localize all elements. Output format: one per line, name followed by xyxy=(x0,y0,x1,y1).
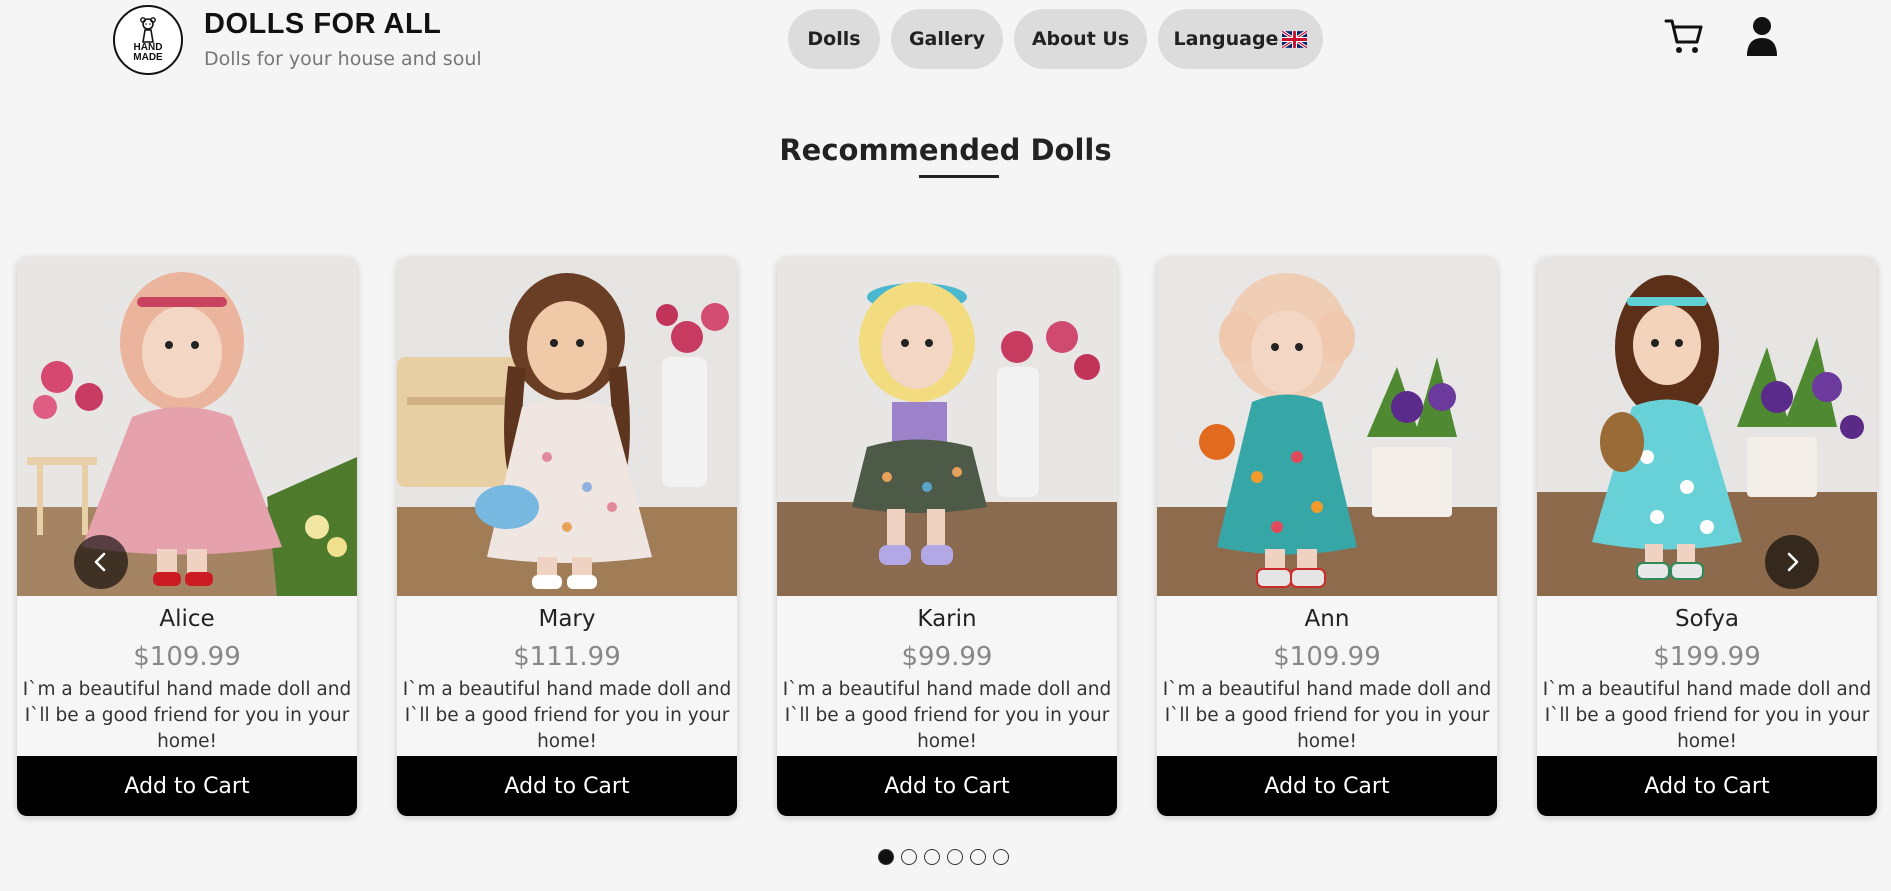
doll-description: I`m a beautiful hand made doll and I`ll … xyxy=(22,679,352,752)
carousel-dot-1[interactable] xyxy=(878,849,894,865)
doll-photo-alice[interactable] xyxy=(17,257,357,596)
doll-photo-mary[interactable] xyxy=(397,257,737,596)
add-to-cart-button[interactable]: Add to Cart xyxy=(1157,756,1497,816)
doll-photo-karin[interactable] xyxy=(777,257,1117,596)
site-header: HAND MADE DOLLS FOR ALL Dolls for your h… xyxy=(0,0,1891,80)
doll-card: Ann $109.99 I`m a beautiful hand made do… xyxy=(1157,257,1497,816)
language-label: Language xyxy=(1173,28,1279,50)
doll-price: $111.99 xyxy=(513,642,621,672)
doll-card: Sofya $199.99 I`m a beautiful hand made … xyxy=(1537,257,1877,816)
doll-name: Karin xyxy=(917,606,977,632)
chevron-right-icon xyxy=(1787,552,1799,572)
section-title: Recommended Dolls xyxy=(779,133,1112,167)
doll-name: Ann xyxy=(1304,606,1350,632)
carousel-dot-5[interactable] xyxy=(970,849,986,865)
add-to-cart-button[interactable]: Add to Cart xyxy=(1537,756,1877,816)
doll-description: I`m a beautiful hand made doll and I`ll … xyxy=(782,679,1112,752)
doll-price: $199.99 xyxy=(1653,642,1761,672)
doll-price: $99.99 xyxy=(901,642,993,672)
uk-flag-icon xyxy=(1282,30,1308,48)
nav-dolls-button[interactable]: Dolls xyxy=(788,9,880,69)
add-to-cart-button[interactable]: Add to Cart xyxy=(777,756,1117,816)
doll-card: Karin $99.99 I`m a beautiful hand made d… xyxy=(777,257,1117,816)
user-icon[interactable] xyxy=(1745,16,1779,56)
doll-price: $109.99 xyxy=(133,642,241,672)
carousel-pagination xyxy=(878,849,1009,865)
doll-description: I`m a beautiful hand made doll and I`ll … xyxy=(402,679,732,752)
carousel-dot-2[interactable] xyxy=(901,849,917,865)
logo-text-line-2: MADE xyxy=(133,52,163,63)
doll-card: Alice $109.99 I`m a beautiful hand made … xyxy=(17,257,357,816)
carousel-dot-3[interactable] xyxy=(924,849,940,865)
carousel-dot-4[interactable] xyxy=(947,849,963,865)
doll-card: Mary $111.99 I`m a beautiful hand made d… xyxy=(397,257,737,816)
doll-name: Alice xyxy=(159,606,215,632)
doll-carousel: Alice $109.99 I`m a beautiful hand made … xyxy=(17,257,1877,816)
doll-photo-ann[interactable] xyxy=(1157,257,1497,596)
doll-name: Mary xyxy=(538,606,596,632)
title-underline xyxy=(919,175,999,178)
doll-logo-icon xyxy=(140,17,156,43)
doll-photo-sofya[interactable] xyxy=(1537,257,1877,596)
main-nav: Dolls Gallery About Us Language xyxy=(788,9,1323,69)
add-to-cart-button[interactable]: Add to Cart xyxy=(397,756,737,816)
doll-name: Sofya xyxy=(1674,606,1740,632)
doll-description: I`m a beautiful hand made doll and I`ll … xyxy=(1542,679,1872,752)
nav-gallery-button[interactable]: Gallery xyxy=(891,9,1003,69)
nav-about-us-button[interactable]: About Us xyxy=(1014,9,1147,69)
carousel-next-button[interactable] xyxy=(1765,535,1819,589)
brand-subtitle: Dolls for your house and soul xyxy=(204,48,482,70)
carousel-dot-6[interactable] xyxy=(993,849,1009,865)
add-to-cart-button[interactable]: Add to Cart xyxy=(17,756,357,816)
carousel-prev-button[interactable] xyxy=(74,535,128,589)
nav-language-button[interactable]: Language xyxy=(1158,9,1323,69)
brand-title[interactable]: DOLLS FOR ALL xyxy=(204,8,441,41)
cart-icon[interactable] xyxy=(1664,16,1704,56)
brand-logo[interactable]: HAND MADE xyxy=(113,5,183,75)
chevron-left-icon xyxy=(94,552,106,572)
doll-description: I`m a beautiful hand made doll and I`ll … xyxy=(1162,679,1492,752)
doll-price: $109.99 xyxy=(1273,642,1381,672)
